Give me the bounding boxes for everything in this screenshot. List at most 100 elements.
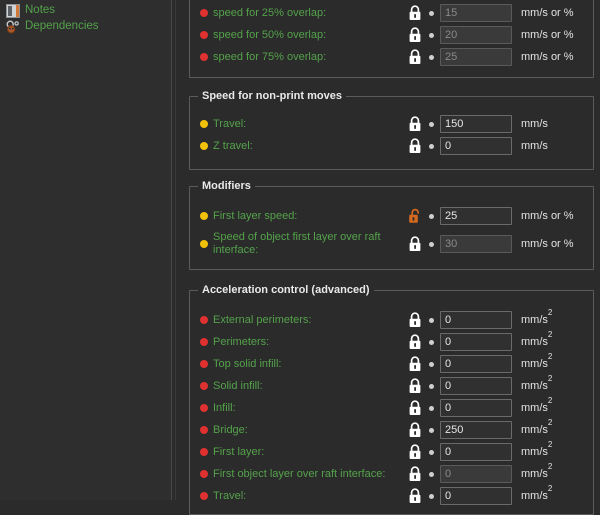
revert-dot-icon[interactable] (429, 361, 434, 367)
settings-scroll-panel[interactable]: speed for 25% overlap:mm/s or % speed for… (176, 0, 600, 515)
yellow-bullet-icon (200, 142, 208, 150)
setting-value-input[interactable] (440, 333, 512, 351)
setting-label: First layer: (213, 446, 265, 458)
red-bullet-icon (200, 316, 208, 324)
setting-row: First layer: mm/s2 (190, 441, 593, 463)
setting-unit-label: mm/s2 (521, 462, 553, 480)
revert-dot-icon[interactable] (429, 241, 434, 247)
locked-lock-icon[interactable] (408, 422, 422, 438)
revert-dot-icon[interactable] (429, 317, 434, 323)
locked-lock-icon[interactable] (408, 488, 422, 504)
locked-lock-icon[interactable] (408, 312, 422, 328)
revert-dot-icon[interactable] (429, 383, 434, 389)
setting-value-input[interactable] (440, 115, 512, 133)
revert-dot-icon[interactable] (429, 10, 434, 16)
setting-label: Perimeters: (213, 336, 270, 348)
setting-value-input (440, 48, 512, 66)
locked-lock-icon[interactable] (408, 49, 422, 65)
locked-lock-icon[interactable] (408, 27, 422, 43)
setting-value-input (440, 235, 512, 253)
settings-group: Acceleration control (advanced) External … (189, 284, 594, 515)
setting-row: First object layer over raft interface: m… (190, 463, 593, 485)
setting-label: First object layer over raft interface: (213, 468, 386, 480)
setting-unit-label: mm/s2 (521, 352, 553, 370)
setting-value-input (440, 4, 512, 22)
setting-value-input[interactable] (440, 207, 512, 225)
revert-dot-icon[interactable] (429, 405, 434, 411)
sidebar-item-label: Dependencies (25, 20, 99, 32)
yellow-bullet-icon (200, 212, 208, 220)
setting-unit-label: mm/s or % (521, 7, 574, 19)
dependencies-icon (6, 19, 20, 34)
revert-dot-icon[interactable] (429, 143, 434, 149)
setting-value-input[interactable] (440, 311, 512, 329)
locked-lock-icon[interactable] (408, 466, 422, 482)
settings-group: speed for 25% overlap:mm/s or % speed for… (189, 0, 594, 78)
setting-unit-label: mm/s2 (521, 396, 553, 414)
locked-lock-icon[interactable] (408, 356, 422, 372)
yellow-bullet-icon (200, 240, 208, 248)
setting-label: speed for 50% overlap: (213, 29, 327, 41)
setting-label: Z travel: (213, 140, 253, 152)
revert-dot-icon[interactable] (429, 449, 434, 455)
locked-lock-icon[interactable] (408, 236, 422, 252)
locked-lock-icon[interactable] (408, 138, 422, 154)
setting-value-input[interactable] (440, 377, 512, 395)
setting-label: Infill: (213, 402, 236, 414)
red-bullet-icon (200, 9, 208, 17)
setting-value-input[interactable] (440, 355, 512, 373)
setting-unit-label: mm/s or % (521, 29, 574, 41)
locked-lock-icon[interactable] (408, 378, 422, 394)
red-bullet-icon (200, 404, 208, 412)
sidebar-item-notes[interactable]: Notes (6, 3, 55, 18)
setting-value-input[interactable] (440, 443, 512, 461)
setting-row: speed for 25% overlap: mm/s or % (190, 2, 593, 24)
revert-dot-icon[interactable] (429, 339, 434, 345)
setting-row: Bridge: mm/s2 (190, 419, 593, 441)
setting-label: External perimeters: (213, 314, 312, 326)
revert-dot-icon[interactable] (429, 32, 434, 38)
group-title: Speed for non-print moves (198, 90, 346, 102)
locked-lock-icon[interactable] (408, 116, 422, 132)
group-title: Modifiers (198, 180, 255, 192)
setting-value-input[interactable] (440, 487, 512, 505)
sidebar-item-label: Notes (25, 4, 56, 16)
setting-row: Infill: mm/s2 (190, 397, 593, 419)
setting-unit-label: mm/s2 (521, 484, 553, 502)
revert-dot-icon[interactable] (429, 493, 434, 499)
setting-label: Bridge: (213, 424, 248, 436)
settings-window: Notes Dependencies speed for 25% overlap… (0, 0, 600, 515)
red-bullet-icon (200, 470, 208, 478)
settings-group: Modifiers First layer speed: mm/s or % Spee… (189, 180, 594, 270)
locked-lock-icon[interactable] (408, 400, 422, 416)
setting-label: First layer speed: (213, 210, 298, 222)
revert-dot-icon[interactable] (429, 213, 434, 219)
setting-value-input[interactable] (440, 137, 512, 155)
setting-unit-label: mm/s or % (521, 238, 574, 250)
setting-row: Z travel: mm/s (190, 135, 593, 157)
setting-value-input (440, 26, 512, 44)
locked-lock-icon[interactable] (408, 5, 422, 21)
revert-dot-icon[interactable] (429, 427, 434, 433)
setting-label: Travel: (213, 490, 247, 502)
locked-lock-icon[interactable] (408, 334, 422, 350)
red-bullet-icon (200, 360, 208, 368)
unlocked-lock-icon[interactable] (408, 208, 422, 224)
red-bullet-icon (200, 426, 208, 434)
setting-unit-label: mm/s (521, 140, 548, 152)
setting-unit-label: mm/s or % (521, 210, 574, 222)
setting-value-input[interactable] (440, 421, 512, 439)
revert-dot-icon[interactable] (429, 54, 434, 60)
setting-row: Perimeters: mm/s2 (190, 331, 593, 353)
setting-label: speed for 75% overlap: (213, 51, 327, 63)
setting-value-input[interactable] (440, 399, 512, 417)
revert-dot-icon[interactable] (429, 121, 434, 127)
notes-icon (6, 3, 20, 18)
sidebar-item-dependencies[interactable]: Dependencies (6, 19, 99, 34)
sidebar-divider (171, 0, 172, 500)
yellow-bullet-icon (200, 120, 208, 128)
red-bullet-icon (200, 53, 208, 61)
revert-dot-icon[interactable] (429, 471, 434, 477)
locked-lock-icon[interactable] (408, 444, 422, 460)
setting-label: Travel: (213, 118, 247, 130)
